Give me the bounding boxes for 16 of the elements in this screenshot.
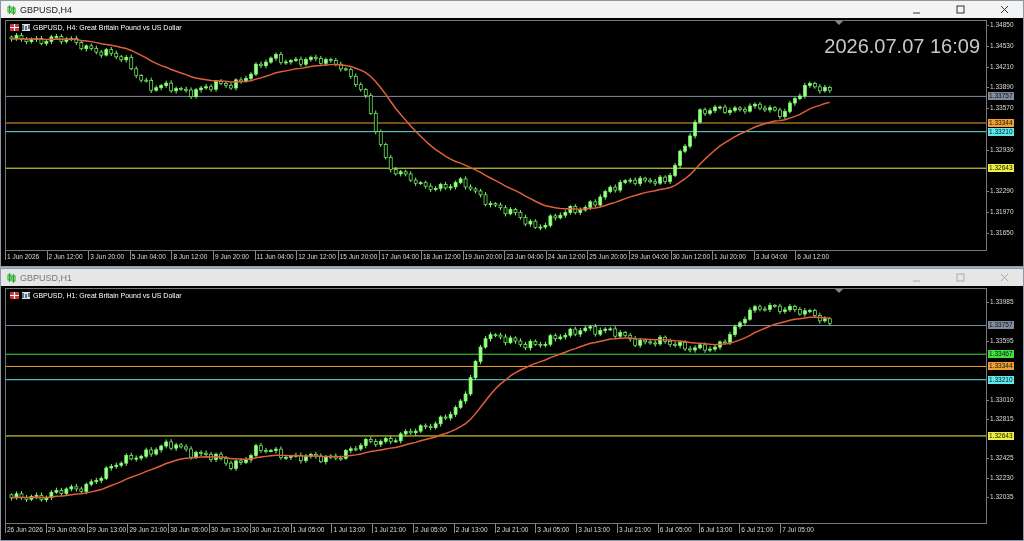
candlestick-icon: [7, 4, 16, 15]
chart-shift-marker-icon[interactable]: [835, 21, 844, 25]
maximize-icon: [955, 5, 965, 14]
close-icon: [999, 273, 1009, 282]
maximize-icon: [955, 273, 965, 282]
minimize-icon: [911, 12, 921, 14]
chart-type-icon: [22, 24, 30, 31]
candlestick-icon: [7, 272, 16, 283]
clock-text: 2026.07.07 16:09: [824, 35, 980, 58]
chart-shift-marker-icon[interactable]: [835, 289, 844, 293]
flag-icon: [10, 24, 19, 31]
close-icon: [999, 5, 1009, 14]
chart-type-icon: [22, 292, 30, 299]
flag-icon: [10, 292, 19, 299]
window-title: GBPUSD,H4: [20, 4, 72, 15]
window-title: GBPUSD,H1: [20, 272, 72, 283]
